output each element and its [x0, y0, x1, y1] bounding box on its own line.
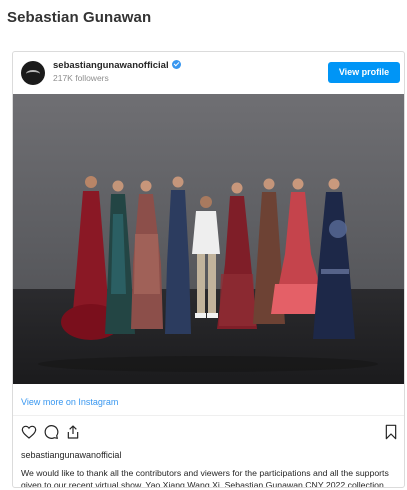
follower-count: 217K followers: [53, 73, 109, 83]
instagram-embed-card: sebastiangunawanofficial 217K followers …: [12, 51, 405, 488]
comment-icon[interactable]: [43, 424, 59, 440]
post-caption: We would like to thank all the contribut…: [21, 468, 389, 488]
post-photo[interactable]: [13, 94, 404, 384]
avatar[interactable]: [21, 61, 45, 85]
heart-icon[interactable]: [21, 424, 37, 440]
profile-username[interactable]: sebastiangunawanofficial: [53, 60, 181, 71]
verified-badge-icon: [171, 60, 181, 69]
view-profile-button[interactable]: View profile: [328, 62, 400, 83]
action-bar: [13, 424, 404, 442]
view-more-link[interactable]: View more on Instagram: [21, 397, 118, 407]
bookmark-icon[interactable]: [384, 424, 398, 440]
share-icon[interactable]: [65, 424, 81, 440]
page-title: Sebastian Gunawan: [7, 9, 152, 26]
post-header: sebastiangunawanofficial 217K followers …: [13, 52, 404, 92]
divider: [13, 415, 404, 416]
caption-username[interactable]: sebastiangunawanofficial: [21, 450, 121, 460]
username-text[interactable]: sebastiangunawanofficial: [53, 60, 169, 71]
